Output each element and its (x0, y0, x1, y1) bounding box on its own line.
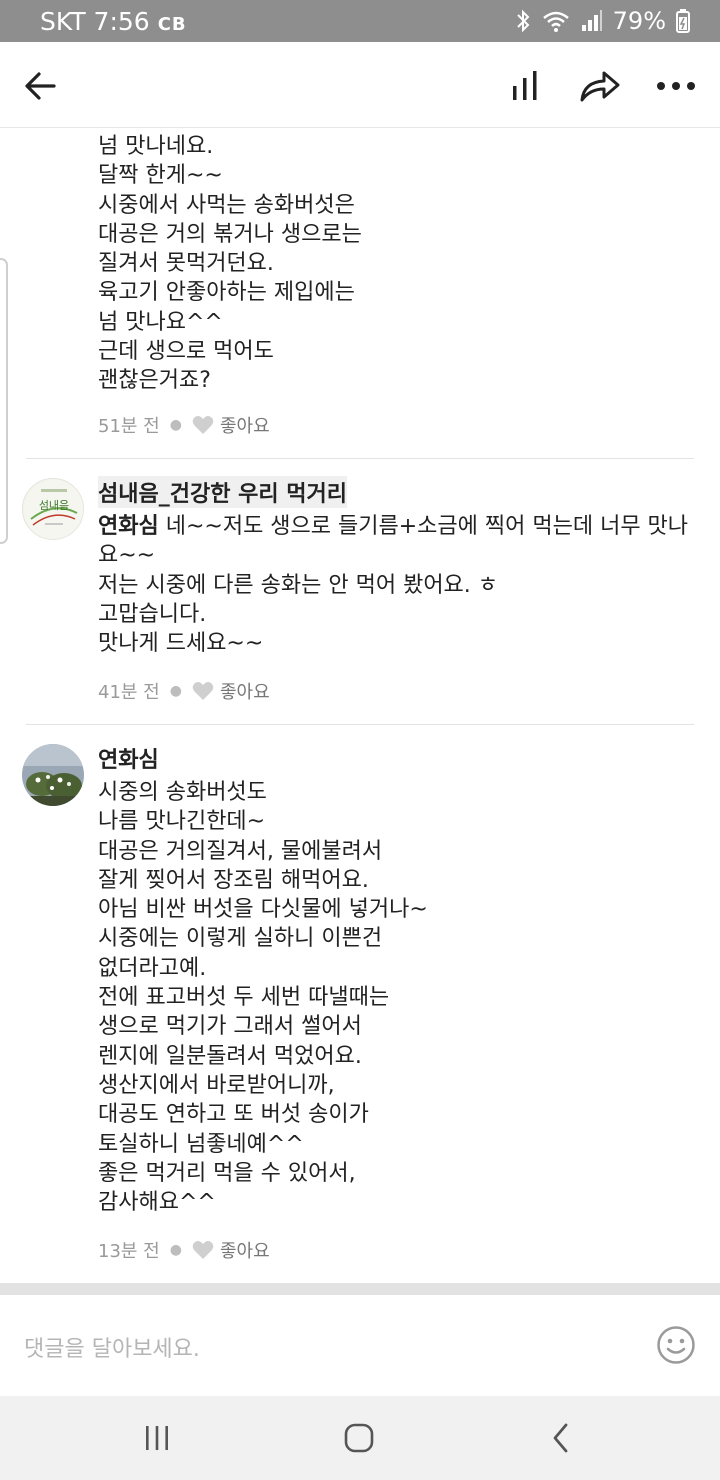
emoji-icon[interactable] (656, 1325, 696, 1369)
comment-meta: 41분 전 ● 좋아요 (98, 678, 270, 704)
share-icon[interactable] (578, 64, 622, 108)
bluetooth-icon (515, 9, 531, 33)
divider (26, 458, 694, 459)
like-label: 좋아요 (219, 682, 270, 703)
separator-dot: ● (169, 683, 182, 699)
comment-list: 넘 맛나네요. 달짝 한게~~ 시중에서 사먹는 송화버섯은 대공은 거의 볶거… (0, 128, 720, 1283)
heart-icon (192, 682, 214, 700)
like-button[interactable]: 좋아요 (192, 678, 270, 704)
comment-meta: 13분 전 ● 좋아요 (98, 1237, 270, 1263)
like-button[interactable]: 좋아요 (192, 1237, 270, 1263)
comment-text: 넘 맛나네요. 달짝 한게~~ 시중에서 사먹는 송화버섯은 대공은 거의 볶거… (98, 134, 362, 394)
back-icon[interactable] (539, 1418, 583, 1458)
heart-icon (192, 1241, 214, 1259)
avatar[interactable]: 섬내음 (22, 478, 84, 540)
comment-text: 연화심 네~~저도 생으로 들기름+소금에 찍어 먹는데 너무 맛나요~~ 저는… (98, 514, 689, 657)
more-icon[interactable] (654, 64, 698, 108)
status-bar: SKT 7:56 CB 79% (0, 0, 720, 42)
separator-dot: ● (169, 417, 182, 433)
comment-time: 51분 전 (98, 416, 160, 437)
carrier-time: SKT 7:56 (40, 7, 150, 36)
comment-text: 시중의 송화버섯도 나름 맛나긴한데~ 대공은 거의질겨서, 물에불려서 잘게 … (98, 780, 428, 1216)
mention[interactable]: 연화심 (98, 514, 159, 539)
battery-icon (676, 9, 690, 33)
wifi-icon (541, 9, 571, 33)
stats-icon[interactable] (503, 64, 547, 108)
home-icon[interactable] (337, 1418, 381, 1458)
carrier-extra: CB (157, 14, 187, 35)
signal-icon (581, 9, 603, 33)
comment-time: 41분 전 (98, 682, 160, 703)
like-button[interactable]: 좋아요 (192, 412, 270, 438)
like-label: 좋아요 (219, 1241, 270, 1262)
system-nav-bar (0, 1396, 720, 1480)
avatar-label: 섬내음 (39, 499, 69, 512)
separator-dot: ● (169, 1242, 182, 1258)
heart-icon (192, 416, 214, 434)
comment-input-bar: 댓글을 달아보세요. (0, 1295, 720, 1396)
app-bar (0, 42, 720, 128)
recent-apps-icon[interactable] (135, 1418, 179, 1458)
status-left: SKT 7:56 CB (40, 7, 187, 36)
status-right: 79% (515, 7, 690, 35)
back-arrow-icon[interactable] (18, 64, 62, 108)
comment-time: 13분 전 (98, 1241, 160, 1262)
comment-meta: 51분 전 ● 좋아요 (98, 412, 270, 438)
battery-percent: 79% (612, 7, 666, 35)
comment-author[interactable]: 섬내음_건강한 우리 먹거리 (98, 476, 347, 508)
input-separator (0, 1283, 720, 1295)
divider (26, 724, 694, 725)
like-label: 좋아요 (219, 416, 270, 437)
comment-author[interactable]: 연화심 (98, 742, 159, 774)
avatar[interactable] (22, 744, 84, 806)
comment-input[interactable]: 댓글을 달아보세요. (24, 1331, 200, 1363)
